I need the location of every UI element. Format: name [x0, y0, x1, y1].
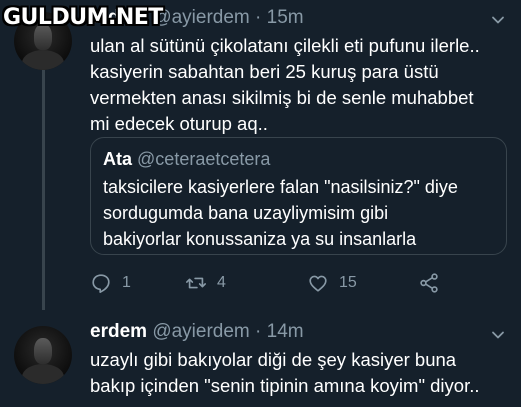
quoted-tweet-header: Ata @ceteraetcetera: [103, 149, 270, 170]
tweet-text: ulan al sütünü çikolatanı çilekli eti pu…: [90, 33, 510, 137]
author-handle[interactable]: @ayierdem: [152, 321, 249, 342]
like-button[interactable]: 15: [307, 272, 357, 294]
tweet-actions: 1 4 15: [90, 272, 450, 298]
chevron-down-icon[interactable]: [491, 328, 505, 342]
tweet-text-line: mi edecek oturup aq..: [90, 113, 268, 134]
quoted-text-line: bakiyorlar konussaniza ya su insanlarla: [103, 229, 417, 249]
retweet-count: 4: [217, 274, 226, 291]
tweet-text-line: bakıp içinden "senin tipinin amına koyim…: [90, 375, 480, 396]
quoted-author-name: Ata: [103, 149, 133, 169]
author-handle[interactable]: @ayierdem: [152, 7, 249, 28]
tweet-text: uzaylı gibi bakıyolar diği de şey kasiye…: [90, 347, 510, 399]
avatar[interactable]: [14, 326, 72, 384]
author-name[interactable]: erdem: [90, 321, 147, 342]
share-button[interactable]: [418, 272, 440, 294]
tweet-text-line: ulan al sütünü çikolatanı çilekli eti pu…: [90, 35, 480, 56]
avatar-shoulders: [22, 50, 64, 70]
avatar-shoulders: [22, 364, 64, 384]
tweet[interactable]: erdem @ayierdem · 14m uzaylı gibi bakıyo…: [0, 312, 521, 407]
watermark-logo: GULDUM.NET: [3, 5, 163, 30]
quoted-text-line: sordugumda bana uzayliymisim gibi: [103, 203, 389, 223]
quoted-tweet[interactable]: Ata @ceteraetcetera taksicilere kasiyerl…: [90, 137, 507, 255]
tweet-time[interactable]: · 15m: [255, 7, 304, 28]
thread-line: [42, 70, 45, 310]
quoted-text-line: taksicilere kasiyerlere falan "nasilsini…: [103, 177, 458, 197]
tweet[interactable]: erdem @ayierdem · 15m ulan al sütünü çik…: [0, 0, 521, 312]
retweet-icon: [186, 277, 206, 289]
like-count: 15: [339, 274, 357, 291]
tweet-header: erdem @ayierdem · 14m: [90, 321, 304, 343]
retweet-button[interactable]: 4: [185, 272, 226, 294]
tweet-text-line: kasiyerin sabahtan beri 25 kuruş para üs…: [90, 61, 439, 82]
reply-button[interactable]: 1: [90, 272, 131, 294]
like-icon: [309, 275, 327, 292]
reply-icon: [92, 274, 110, 293]
quoted-author-handle: @ceteraetcetera: [137, 149, 271, 169]
quoted-tweet-text: taksicilere kasiyerlere falan "nasilsini…: [103, 174, 498, 252]
chevron-down-icon[interactable]: [491, 13, 505, 27]
avatar-face: [34, 338, 52, 364]
tweet-text-line: vermekten anası sikilmiş bi de senle muh…: [90, 87, 474, 108]
tweet-text-line: uzaylı gibi bakıyolar diği de şey kasiye…: [90, 349, 457, 370]
tweet-time[interactable]: · 14m: [255, 321, 304, 342]
reply-count: 1: [122, 274, 131, 291]
share-icon: [420, 273, 438, 293]
